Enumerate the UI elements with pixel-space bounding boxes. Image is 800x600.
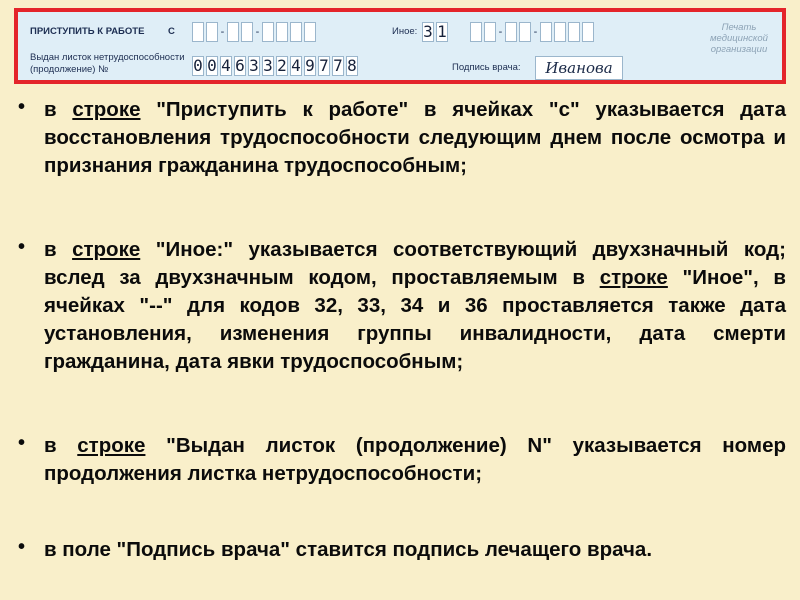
bullet-marker: • xyxy=(18,96,26,118)
bullet-marker: • xyxy=(18,236,26,258)
other-code-cell[interactable]: 1 xyxy=(436,22,448,42)
doctor-signature-label: Подпись врача: xyxy=(452,62,521,73)
from-label: С xyxy=(168,26,175,37)
text-run: в xyxy=(44,238,73,261)
issued-number-cell[interactable]: 3 xyxy=(262,56,274,76)
text-run: "Выдан листок (продолжение) N" указывает… xyxy=(44,434,786,485)
list-item: • в строке "Выдан листок (продолжение) N… xyxy=(18,432,786,488)
other-date-cells[interactable]: - - xyxy=(470,22,594,42)
issued-number-cells[interactable]: 0 0 4 6 3 3 2 4 9 7 7 8 xyxy=(192,56,358,76)
row-link[interactable]: строке xyxy=(72,238,140,261)
issued-label-line1: Выдан листок нетрудоспособности xyxy=(30,52,185,63)
stamp-line: организации xyxy=(710,44,768,55)
other-label: Иное: xyxy=(392,26,418,37)
text-run: в xyxy=(44,434,78,457)
date-cell[interactable] xyxy=(484,22,496,42)
date-cell[interactable] xyxy=(519,22,531,42)
issued-number-cell[interactable]: 7 xyxy=(318,56,330,76)
date-cell[interactable] xyxy=(568,22,580,42)
other-code-cell[interactable]: 3 xyxy=(422,22,434,42)
start-work-label: ПРИСТУПИТЬ К РАБОТЕ xyxy=(30,26,145,37)
issued-number-cell[interactable]: 7 xyxy=(332,56,344,76)
date-cell[interactable] xyxy=(241,22,253,42)
date-separator: - xyxy=(533,26,538,38)
row-link[interactable]: строке xyxy=(77,434,145,457)
date-cell[interactable] xyxy=(304,22,316,42)
text-run: в поле "Подпись врача" ставится подпись … xyxy=(44,538,653,561)
date-cell[interactable] xyxy=(192,22,204,42)
stamp-line: Печать xyxy=(721,22,757,33)
row-link[interactable]: строке xyxy=(600,266,668,289)
date-cell[interactable] xyxy=(206,22,218,42)
row-link[interactable]: строке xyxy=(72,98,140,121)
date-cell[interactable] xyxy=(262,22,274,42)
bullet-text: в строке "Приступить к работе" в ячейках… xyxy=(44,96,786,180)
list-item: • в строке "Иное:" указывается соответст… xyxy=(18,236,786,376)
bullet-text: в строке "Выдан листок (продолжение) N" … xyxy=(44,432,786,488)
sick-leave-form-fragment: ПРИСТУПИТЬ К РАБОТЕ С - - Иное: 3 1 - - … xyxy=(14,8,786,84)
issued-number-cell[interactable]: 0 xyxy=(206,56,218,76)
date-cell[interactable] xyxy=(554,22,566,42)
text-run: в xyxy=(44,98,73,121)
doctor-signature-field[interactable]: Иванова xyxy=(535,56,623,80)
bullet-text: в поле "Подпись врача" ставится подпись … xyxy=(44,536,786,564)
issued-number-cell[interactable]: 6 xyxy=(234,56,246,76)
doctor-signature-value: Иванова xyxy=(545,59,613,77)
list-item: • в строке "Приступить к работе" в ячейк… xyxy=(18,96,786,180)
bullet-marker: • xyxy=(18,536,26,558)
stamp-line: медицинской xyxy=(710,33,768,44)
start-work-date-cells[interactable]: - - xyxy=(192,22,316,42)
issued-number-cell[interactable]: 4 xyxy=(290,56,302,76)
issued-number-cell[interactable]: 0 xyxy=(192,56,204,76)
date-cell[interactable] xyxy=(276,22,288,42)
date-cell[interactable] xyxy=(582,22,594,42)
bullet-text: в строке "Иное:" указывается соответству… xyxy=(44,236,786,376)
text-run: "Приступить к работе" в ячейках "с" указ… xyxy=(44,98,786,177)
issued-number-cell[interactable]: 2 xyxy=(276,56,288,76)
date-cell[interactable] xyxy=(540,22,552,42)
date-cell[interactable] xyxy=(505,22,517,42)
date-separator: - xyxy=(255,26,260,38)
list-item: • в поле "Подпись врача" ставится подпис… xyxy=(18,536,786,564)
date-cell[interactable] xyxy=(470,22,482,42)
date-separator: - xyxy=(220,26,225,38)
issued-label-line2: (продолжение) № xyxy=(30,64,109,75)
bullet-marker: • xyxy=(18,432,26,454)
issued-number-cell[interactable]: 9 xyxy=(304,56,316,76)
date-separator: - xyxy=(498,26,503,38)
stamp-area: Печать медицинской организации xyxy=(700,22,778,55)
issued-number-cell[interactable]: 4 xyxy=(220,56,232,76)
issued-number-cell[interactable]: 8 xyxy=(346,56,358,76)
date-cell[interactable] xyxy=(227,22,239,42)
issued-number-cell[interactable]: 3 xyxy=(248,56,260,76)
other-code-cells[interactable]: 3 1 xyxy=(422,22,448,42)
date-cell[interactable] xyxy=(290,22,302,42)
